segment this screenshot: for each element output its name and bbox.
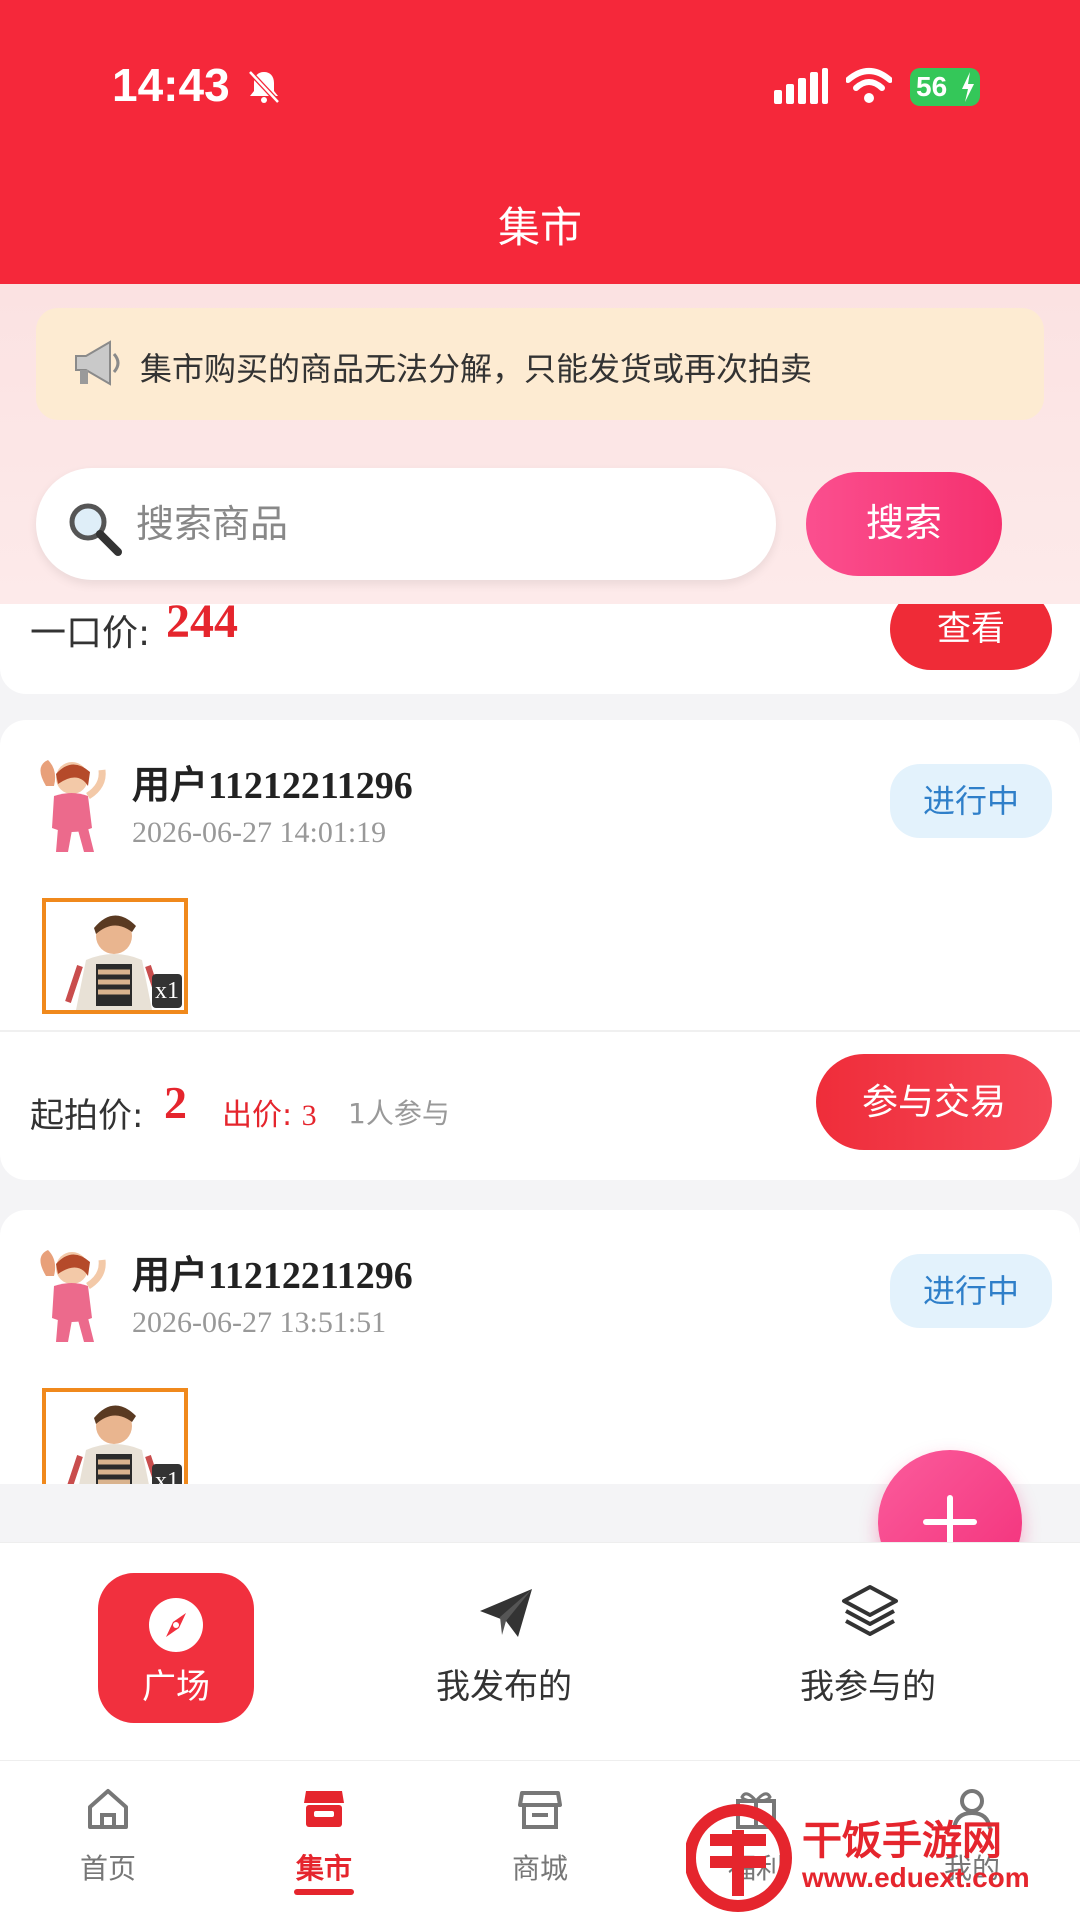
segment-label: 广场 [142,1667,210,1707]
status-time: 14:43 [112,59,230,111]
fixed-price-label: 一口价: [30,613,151,654]
listing-time: 2026-06-27 13:51:51 [132,1306,387,1339]
fixed-price-value: 244 [166,604,238,648]
segment-my-posts[interactable]: 我发布的 [404,1583,604,1723]
divider [0,1030,1080,1032]
watermark-name: 干饭手游网 [802,1818,1002,1864]
bid-label: 出价: [222,1098,293,1133]
signal-icon [774,68,828,104]
quantity-badge: x1 [152,1464,182,1484]
seller-name: 用户11212211296 [132,765,413,807]
tab-label: 首页 [79,1852,136,1885]
active-tab-indicator [294,1889,354,1895]
segment-bar: 广场 我发布的 我参与的 [0,1542,1080,1760]
header: 14:43 56 集市 [0,0,1080,284]
layers-icon [842,1585,898,1636]
start-price-value: 2 [164,1077,187,1128]
bid-value: 3 [301,1099,317,1132]
home-icon [88,1789,128,1829]
paper-plane-icon [480,1589,532,1637]
segment-my-participations[interactable]: 我参与的 [768,1583,968,1723]
listing-card[interactable]: 用户11212211296 2026-06-27 14:01:19 进行中 x1… [0,720,1080,1180]
market-icon [304,1791,344,1827]
watermark-url: www.eduext.com [802,1862,1030,1893]
start-price-label: 起拍价: [30,1096,144,1136]
join-trade-button[interactable]: 参与交易 [816,1054,1052,1150]
quantity-badge: x1 [152,974,182,1008]
tab-home[interactable]: 首页 [38,1785,178,1895]
watermark-logo [686,1804,792,1912]
segment-square[interactable]: 广场 [98,1573,254,1723]
tab-label: 集市 [295,1852,352,1885]
status-badge: 进行中 [890,1254,1052,1328]
segment-label: 我参与的 [800,1667,936,1707]
listing-card[interactable]: 用户11212211296 2026-06-27 13:51:51 进行中 x1 [0,1210,1080,1484]
notice-text: 集市购买的商品无法分解，只能发货或再次拍卖 [140,350,813,388]
search-button[interactable]: 搜索 [806,472,1002,576]
participant-count: 1人参与 [348,1097,450,1130]
charging-bolt-icon [962,72,974,102]
view-button[interactable]: 查看 [890,604,1052,670]
wifi-icon [846,68,892,103]
listing-time: 2026-06-27 14:01:19 [132,816,387,849]
tab-store[interactable]: 商城 [470,1785,610,1895]
listing-card-partial: 一口价: 244 查看 [0,604,1080,694]
search-icon [69,503,122,556]
avatar [40,760,106,852]
megaphone-icon [75,340,120,386]
notice-banner: 集市购买的商品无法分解，只能发货或再次拍卖 [36,308,1044,420]
search-box[interactable] [36,468,776,580]
avatar [40,1250,106,1342]
segment-label: 我发布的 [436,1667,572,1707]
battery-indicator: 56 [910,68,980,106]
site-watermark: 干饭手游网 www.eduext.com [686,1800,1076,1916]
store-icon [518,1791,562,1829]
tab-market[interactable]: 集市 [254,1785,394,1895]
item-thumbnail[interactable]: x1 [42,1388,188,1484]
seller-name: 用户11212211296 [132,1255,413,1297]
status-badge: 进行中 [890,764,1052,838]
page-title: 集市 [497,203,582,252]
listing-list[interactable]: 一口价: 244 查看 用户11212211296 2026-06-27 14:… [0,604,1080,1484]
current-bid: 出价: 3 [222,1090,317,1134]
bell-off-icon [248,70,280,104]
tab-label: 商城 [511,1852,568,1885]
search-input[interactable] [136,496,736,552]
compass-icon [149,1598,203,1652]
item-thumbnail[interactable]: x1 [42,898,188,1014]
